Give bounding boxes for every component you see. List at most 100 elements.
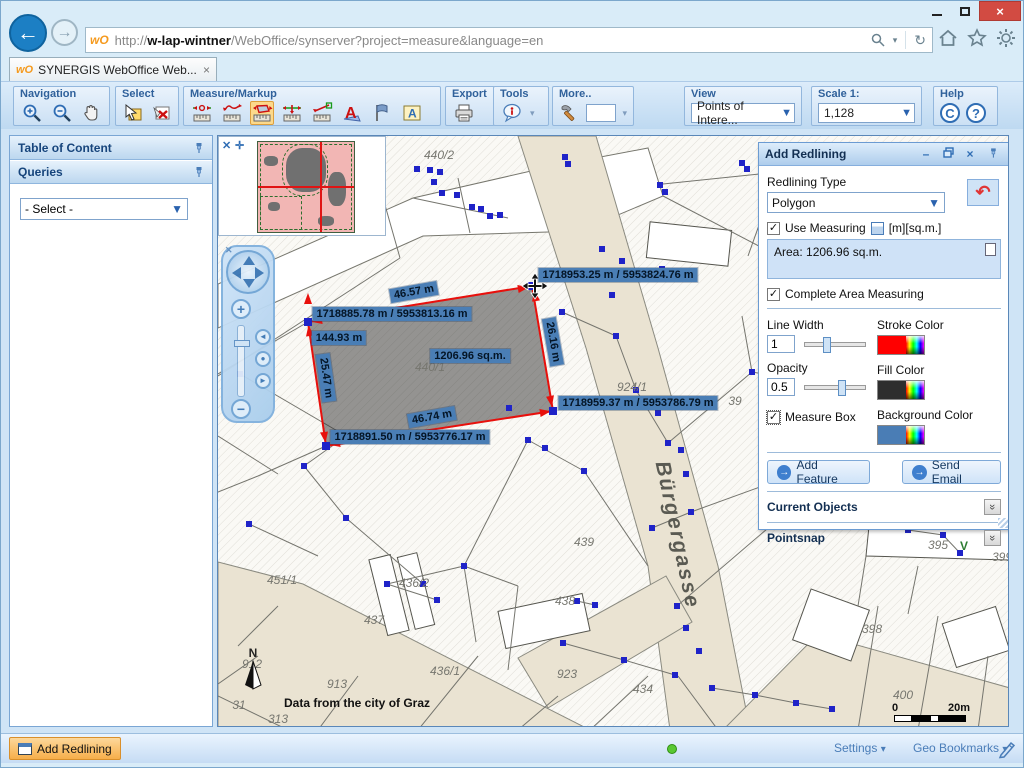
panel-resize-handle[interactable]	[998, 518, 1008, 528]
flag-markup-button[interactable]	[370, 101, 394, 125]
text-markup-icon: A	[341, 102, 363, 124]
hammer-button[interactable]	[559, 101, 580, 125]
tab-synergis-weboffice[interactable]: wO SYNERGIS WebOffice Web... ×	[9, 57, 217, 81]
complete-area-checkbox[interactable]: ✓	[767, 288, 780, 301]
calculator-icon[interactable]	[871, 222, 884, 235]
opacity-input[interactable]	[767, 378, 795, 396]
line-width-slider[interactable]	[804, 342, 866, 347]
color-picker-icon[interactable]	[906, 381, 924, 399]
settings-menu[interactable]: Settings ▾	[834, 741, 886, 755]
add-feature-button[interactable]: →Add Feature	[767, 460, 870, 484]
question-help-button[interactable]: ?	[966, 103, 986, 123]
print-button[interactable]	[452, 101, 476, 125]
site-favicon: wO	[90, 33, 109, 47]
panel-restore-icon[interactable]	[937, 147, 959, 161]
measure-box-checkbox[interactable]: ✓	[767, 411, 780, 424]
minimize-button[interactable]	[923, 1, 951, 21]
full-extent-button[interactable]: ●	[255, 351, 271, 367]
close-button[interactable]: ×	[979, 1, 1021, 21]
favorites-star-icon[interactable]	[966, 27, 988, 49]
pan-button[interactable]	[79, 101, 103, 125]
undo-button[interactable]: ↶	[967, 179, 999, 206]
background-color-swatch[interactable]	[877, 425, 925, 445]
pin-icon[interactable]	[192, 166, 204, 178]
color-picker-icon[interactable]	[906, 426, 924, 444]
taskbar-item-add-redlining[interactable]: Add Redlining	[9, 737, 121, 760]
sidebar-item-table-of-content[interactable]: Table of Content	[10, 136, 212, 160]
clear-selection-button[interactable]	[150, 101, 172, 125]
expand-chevron-icon[interactable]: »	[984, 530, 1001, 546]
url-text[interactable]: http://w-lap-wintner/WebOffice/synserver…	[115, 33, 871, 48]
pen-icon[interactable]	[997, 739, 1017, 759]
use-measuring-checkbox[interactable]: ✓	[767, 222, 780, 235]
pointsnap-section[interactable]: Pointsnap »	[767, 530, 1001, 546]
send-email-button[interactable]: →Send Email	[902, 460, 1001, 484]
text-markup-button[interactable]: A	[340, 101, 364, 125]
zoom-out-button[interactable]	[50, 101, 74, 125]
more-combobox[interactable]	[586, 104, 617, 122]
settings-gear-icon[interactable]	[995, 27, 1017, 49]
color-picker-icon[interactable]	[906, 336, 924, 354]
label-markup-button[interactable]: A	[400, 101, 424, 125]
prev-extent-button[interactable]: ◄	[255, 329, 271, 345]
tools-caret-icon[interactable]: ▾	[530, 108, 535, 119]
copy-icon[interactable]	[985, 243, 996, 256]
weboffice-help-button[interactable]: C	[940, 103, 960, 123]
current-objects-section[interactable]: Current Objects »	[767, 499, 1001, 515]
stroke-color-swatch[interactable]	[877, 335, 925, 355]
line-width-input[interactable]	[767, 335, 795, 353]
search-icon[interactable]	[871, 33, 885, 47]
opacity-slider-handle[interactable]	[838, 380, 846, 396]
overview-map[interactable]: ✕ ✛	[218, 136, 386, 236]
panel-minimize-icon[interactable]: –	[915, 147, 937, 161]
identify-button[interactable]	[500, 101, 524, 125]
measure-area-button[interactable]	[250, 101, 274, 125]
zoom-plus-button[interactable]: +	[231, 299, 251, 319]
geo-bookmarks-menu[interactable]: Geo Bookmarks ▾	[913, 741, 1007, 755]
group-scale-label: Scale 1:	[818, 88, 915, 100]
zoom-minus-button[interactable]: −	[231, 399, 251, 419]
query-select-dropdown[interactable]: - Select - ▼	[20, 198, 188, 220]
measure-point-button[interactable]	[190, 101, 214, 125]
pan-up-icon[interactable]	[243, 256, 255, 265]
map-canvas[interactable]: 440/2440/1924/139451/1437436/24384399129…	[217, 135, 1009, 727]
select-button[interactable]	[122, 101, 144, 125]
measure-line-button[interactable]	[220, 101, 244, 125]
panel-pin-icon[interactable]	[981, 147, 1003, 162]
redlining-panel-titlebar[interactable]: Add Redlining – ×	[759, 143, 1009, 166]
search-caret-icon[interactable]: ▾	[893, 35, 898, 46]
sidebar-item-queries[interactable]: Queries	[10, 160, 212, 184]
pan-disc[interactable]	[226, 250, 270, 294]
fill-color-swatch[interactable]	[877, 380, 925, 400]
overview-move-icon[interactable]: ✛	[235, 139, 244, 152]
back-button[interactable]: ←	[9, 14, 47, 52]
home-icon[interactable]	[937, 27, 959, 49]
overview-image[interactable]	[257, 141, 355, 233]
redlining-type-dropdown[interactable]: Polygon ▼	[767, 192, 945, 213]
line-width-slider-handle[interactable]	[823, 337, 831, 353]
zoom-in-button[interactable]	[20, 101, 44, 125]
address-bar[interactable]: wO http://w-lap-wintner/WebOffice/synser…	[85, 27, 933, 53]
navwidget-close-icon[interactable]: ✕	[225, 245, 233, 256]
pan-right-icon[interactable]	[255, 267, 264, 279]
measure-segment-button[interactable]	[310, 101, 334, 125]
maximize-button[interactable]	[951, 1, 979, 21]
pan-down-icon[interactable]	[243, 279, 255, 288]
zoom-slider[interactable]	[237, 325, 245, 397]
measure-drop-button[interactable]	[280, 101, 304, 125]
expand-chevron-icon[interactable]: »	[984, 499, 1001, 515]
opacity-slider[interactable]	[804, 385, 866, 390]
overview-close-icon[interactable]: ✕	[222, 139, 231, 152]
next-extent-button[interactable]: ►	[255, 373, 271, 389]
panel-close-icon[interactable]: ×	[959, 147, 981, 161]
pan-left-icon[interactable]	[232, 267, 241, 279]
forward-button[interactable]: →	[51, 19, 78, 46]
view-dropdown[interactable]: Points of Intere...▼	[691, 103, 795, 123]
more-caret-icon[interactable]: ▾	[622, 108, 627, 119]
scale-dropdown[interactable]: 1,128▼	[818, 103, 915, 123]
pin-icon[interactable]	[192, 142, 204, 154]
tab-close-icon[interactable]: ×	[203, 63, 210, 77]
map-navigation-widget[interactable]: ✕ + ◄ ● ► −	[221, 245, 275, 423]
zoom-slider-handle[interactable]	[234, 340, 250, 347]
refresh-icon[interactable]: ↻	[914, 32, 926, 49]
